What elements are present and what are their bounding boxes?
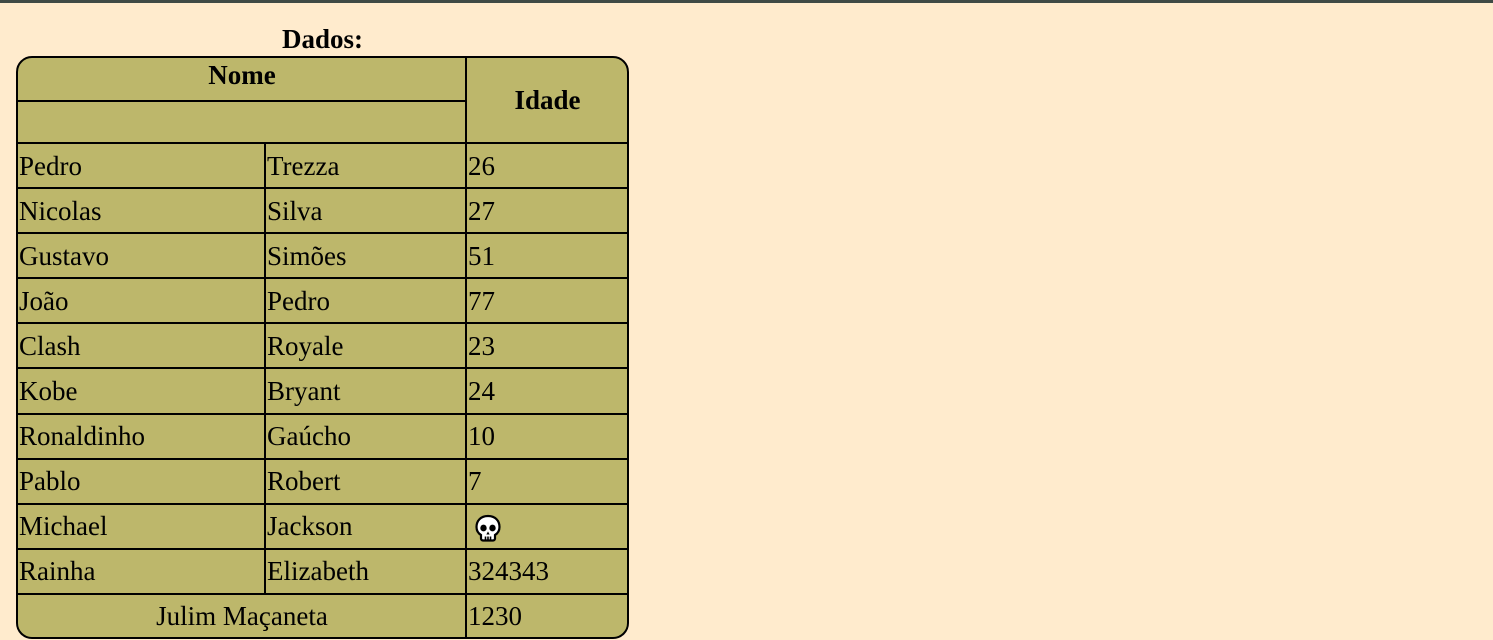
cell-first-name: Gustavo [18, 232, 266, 280]
footer-row: Julim Maçaneta 1230 [18, 593, 627, 637]
cell-age: 26 [465, 141, 627, 190]
cell-age: 24 [465, 367, 627, 415]
data-table-container: Nome Idade Pedro Trezza 26 Nicolas Silva… [16, 56, 629, 639]
cell-last-name: Jackson [263, 502, 468, 550]
cell-last-name: Bryant [263, 367, 468, 415]
cell-last-name: Gaúcho [263, 412, 468, 460]
cell-last-name: Robert [263, 457, 468, 505]
data-table: Nome Idade Pedro Trezza 26 Nicolas Silva… [18, 58, 627, 637]
cell-age: 7 [465, 457, 627, 505]
cell-age: 51 [465, 232, 627, 280]
cell-age: 27 [465, 187, 627, 235]
cell-age: 23 [465, 322, 627, 370]
footer-name: Julim Maçaneta [18, 593, 468, 637]
table-row: Gustavo Simões 51 [18, 232, 627, 280]
cell-last-name: Simões [263, 232, 468, 280]
table-row: Nicolas Silva 27 [18, 187, 627, 235]
cell-last-name: Silva [263, 187, 468, 235]
window-top-bar [0, 0, 1493, 3]
table-caption: Dados: [281, 24, 363, 54]
cell-first-name: Clash [18, 322, 266, 370]
cell-first-name: Ronaldinho [18, 412, 266, 460]
header-row: Nome Idade [18, 58, 627, 144]
table-body: Pedro Trezza 26 Nicolas Silva 27 Gustavo… [18, 141, 627, 596]
table-row: Michael Jackson [18, 502, 627, 550]
cell-first-name: Kobe [18, 367, 266, 415]
table-row: Pablo Robert 7 [18, 457, 627, 505]
table-row: Clash Royale 23 [18, 322, 627, 370]
cell-last-name: Elizabeth [263, 547, 468, 596]
header-nome: Nome [18, 58, 468, 102]
cell-age: 77 [465, 277, 627, 325]
header-idade: Idade [465, 58, 627, 144]
cell-last-name: Royale [263, 322, 468, 370]
cell-age: 10 [465, 412, 627, 460]
table-row: João Pedro 77 [18, 277, 627, 325]
skull-icon [475, 515, 501, 542]
cell-age: 324343 [465, 547, 627, 596]
cell-first-name: João [18, 277, 266, 325]
footer-age: 1230 [465, 593, 627, 637]
table-row: Ronaldinho Gaúcho 10 [18, 412, 627, 460]
cell-first-name: Michael [18, 502, 266, 550]
cell-first-name: Pedro [18, 141, 266, 190]
cell-age [465, 502, 627, 550]
cell-first-name: Pablo [18, 457, 266, 505]
table-row: Kobe Bryant 24 [18, 367, 627, 415]
header-empty-cell [18, 100, 467, 144]
cell-last-name: Pedro [263, 277, 468, 325]
table-footer: Julim Maçaneta 1230 [18, 593, 627, 637]
cell-first-name: Rainha [18, 547, 266, 596]
table-row: Rainha Elizabeth 324343 [18, 547, 627, 596]
cell-first-name: Nicolas [18, 187, 266, 235]
table-row: Pedro Trezza 26 [18, 141, 627, 190]
table-header: Nome Idade [18, 58, 627, 144]
cell-last-name: Trezza [263, 141, 468, 190]
